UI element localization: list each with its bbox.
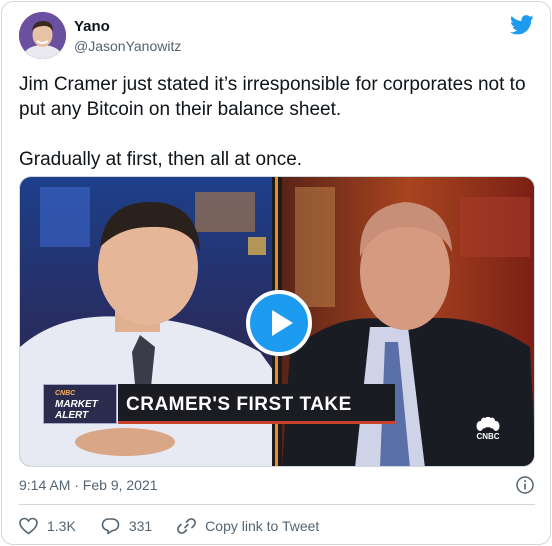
chyron-title: CRAMER'S FIRST TAKE bbox=[118, 384, 395, 424]
tweet-timestamp[interactable]: 9:14 AM · Feb 9, 2021 bbox=[19, 477, 158, 493]
speech-bubble-icon bbox=[101, 518, 120, 535]
play-icon bbox=[271, 310, 293, 336]
copy-link-button[interactable]: Copy link to Tweet bbox=[177, 517, 319, 535]
author-handle[interactable]: @JasonYanowitz bbox=[74, 38, 181, 54]
video-player[interactable]: CNBC MARKET ALERT CRAMER'S FIRST TAKE CN… bbox=[19, 176, 535, 467]
link-icon bbox=[177, 518, 197, 534]
chyron-badge: CNBC MARKET ALERT bbox=[43, 384, 117, 424]
twitter-bird-icon[interactable] bbox=[510, 15, 534, 35]
divider bbox=[19, 504, 535, 505]
network-logo-label: CNBC bbox=[476, 432, 500, 441]
reply-count: 331 bbox=[128, 518, 153, 534]
author-name[interactable]: Yano bbox=[74, 18, 110, 35]
copy-link-label: Copy link to Tweet bbox=[205, 518, 320, 534]
like-button[interactable]: 1.3K bbox=[19, 517, 76, 535]
chyron-badge-line: MARKET bbox=[55, 399, 98, 410]
heart-icon bbox=[19, 517, 38, 535]
tweet-paragraph: Jim Cramer just stated it’s irresponsibl… bbox=[19, 74, 526, 120]
chyron-badge-line: ALERT bbox=[55, 410, 89, 421]
tweet-paragraph: Gradually at first, then all at once. bbox=[19, 149, 303, 170]
info-icon[interactable] bbox=[516, 476, 534, 494]
chyron-brand: CNBC bbox=[55, 390, 76, 397]
tweet-text: Jim Cramer just stated it’s irresponsibl… bbox=[19, 72, 539, 172]
avatar[interactable] bbox=[19, 12, 66, 59]
network-logo: CNBC bbox=[468, 417, 508, 447]
peacock-icon bbox=[476, 417, 500, 431]
tweet-card: Yano @JasonYanowitz Jim Cramer just stat… bbox=[1, 1, 551, 545]
play-button[interactable] bbox=[246, 290, 312, 356]
reply-button[interactable]: 331 bbox=[101, 517, 152, 535]
action-bar: 1.3K 331 Copy link to Tweet bbox=[19, 515, 319, 537]
like-count: 1.3K bbox=[47, 518, 76, 534]
